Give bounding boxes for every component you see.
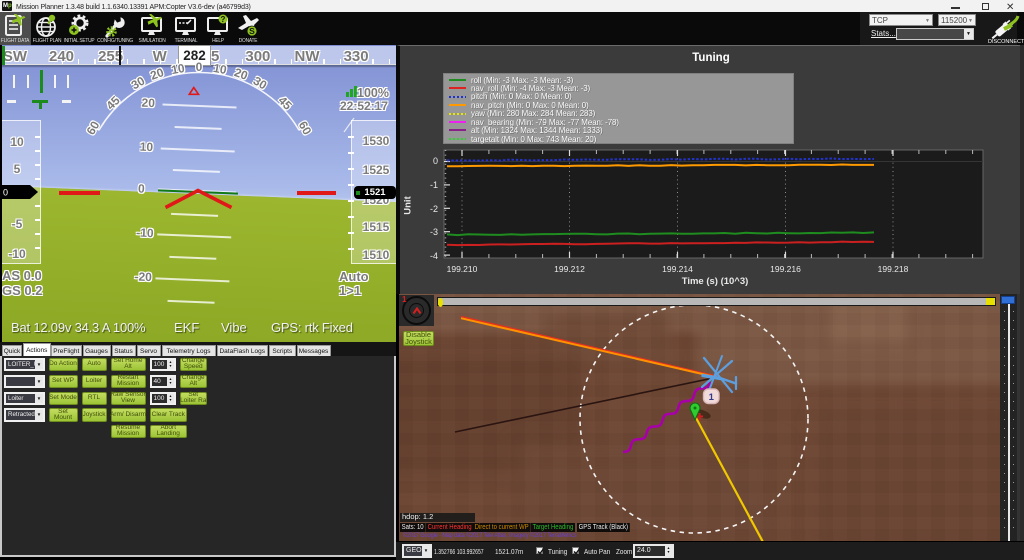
svg-text:1: 1 [709,392,715,403]
svg-text:0: 0 [3,188,8,198]
svg-text:S: S [249,26,255,36]
svg-text:?: ? [221,15,226,24]
